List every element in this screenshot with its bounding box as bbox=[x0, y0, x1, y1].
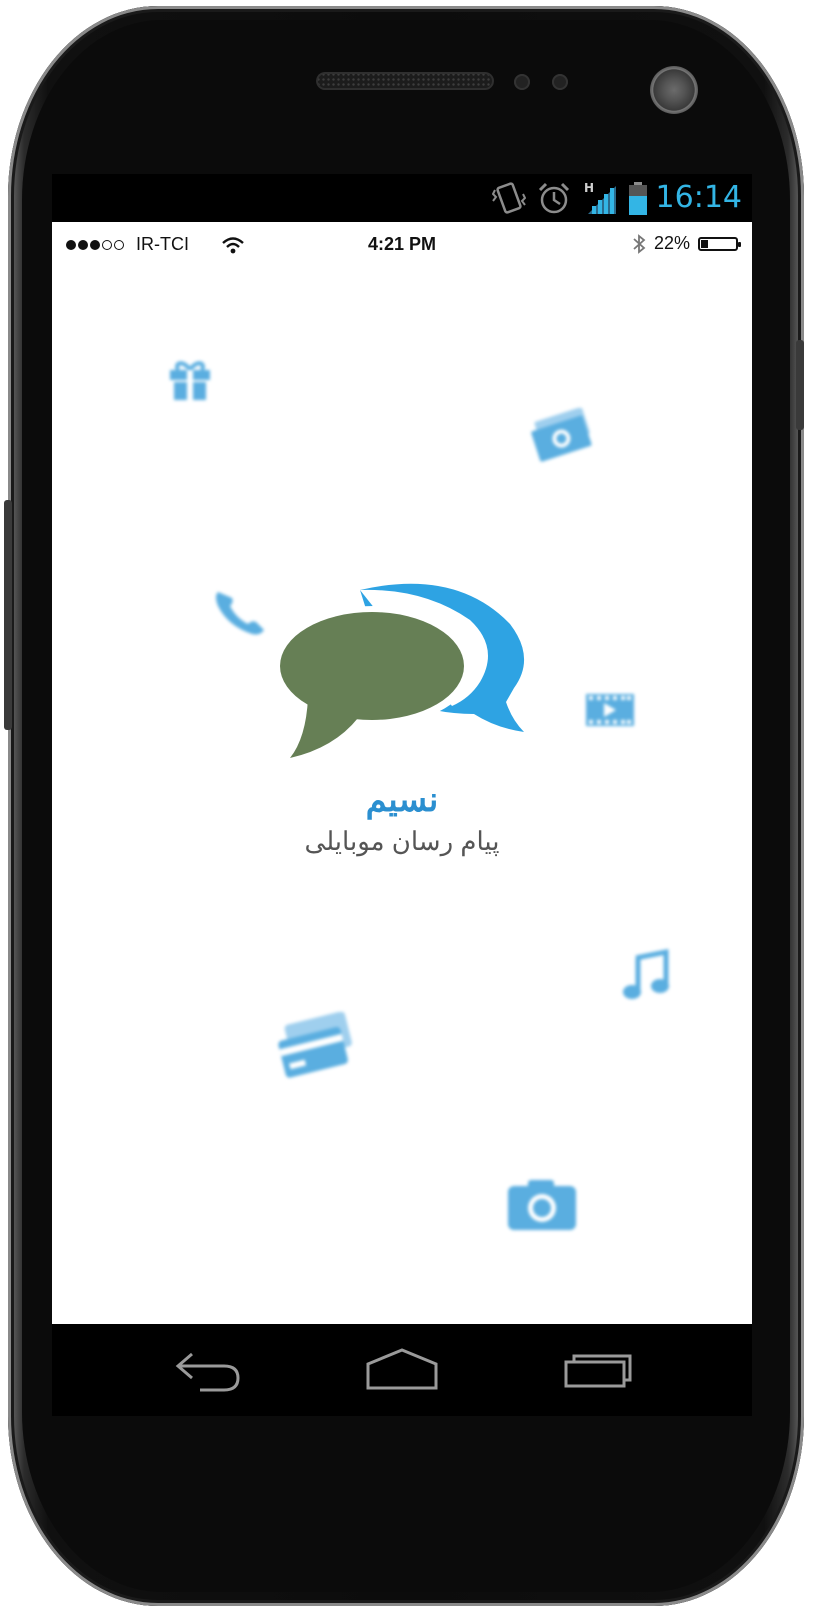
battery-fill bbox=[701, 239, 709, 248]
android-status-bar: H 16:14 bbox=[52, 174, 752, 222]
alarm-icon bbox=[538, 182, 570, 214]
vibrate-icon bbox=[492, 182, 526, 214]
gift-icon bbox=[170, 361, 210, 400]
back-icon[interactable] bbox=[170, 1346, 250, 1394]
app-title: نسیم bbox=[365, 781, 439, 819]
music-icon bbox=[623, 948, 669, 999]
recent-apps-icon[interactable] bbox=[562, 1346, 642, 1394]
front-camera bbox=[650, 66, 698, 114]
light-sensor bbox=[552, 74, 568, 90]
ios-status-bar: IR-TCI 4:21 PM 22% bbox=[52, 222, 752, 266]
svg-text:H: H bbox=[584, 181, 594, 195]
app-logo bbox=[274, 583, 525, 758]
battery-percent: 22% bbox=[653, 233, 690, 253]
phone-icon bbox=[216, 592, 264, 635]
camera-icon bbox=[508, 1180, 576, 1230]
android-battery-icon bbox=[629, 182, 647, 215]
side-button-right bbox=[796, 340, 804, 430]
bluetooth-icon bbox=[633, 233, 646, 254]
proximity-sensor bbox=[514, 74, 530, 90]
credit-card-icon bbox=[278, 1012, 352, 1078]
android-clock: 16:14 bbox=[655, 180, 742, 215]
android-nav-bar bbox=[52, 1324, 752, 1416]
home-icon[interactable] bbox=[362, 1346, 442, 1394]
money-icon bbox=[531, 408, 592, 462]
ios-battery-icon bbox=[698, 236, 741, 251]
cell-signal-icon: H bbox=[584, 181, 616, 214]
video-icon bbox=[586, 694, 634, 726]
earpiece-speaker bbox=[316, 72, 494, 90]
app-subtitle: پیام رسان موبایلی bbox=[304, 826, 500, 856]
side-button-left bbox=[4, 500, 12, 730]
app-screen: IR-TCI 4:21 PM 22% نسیم پیام رسان موبایل… bbox=[52, 222, 752, 1324]
